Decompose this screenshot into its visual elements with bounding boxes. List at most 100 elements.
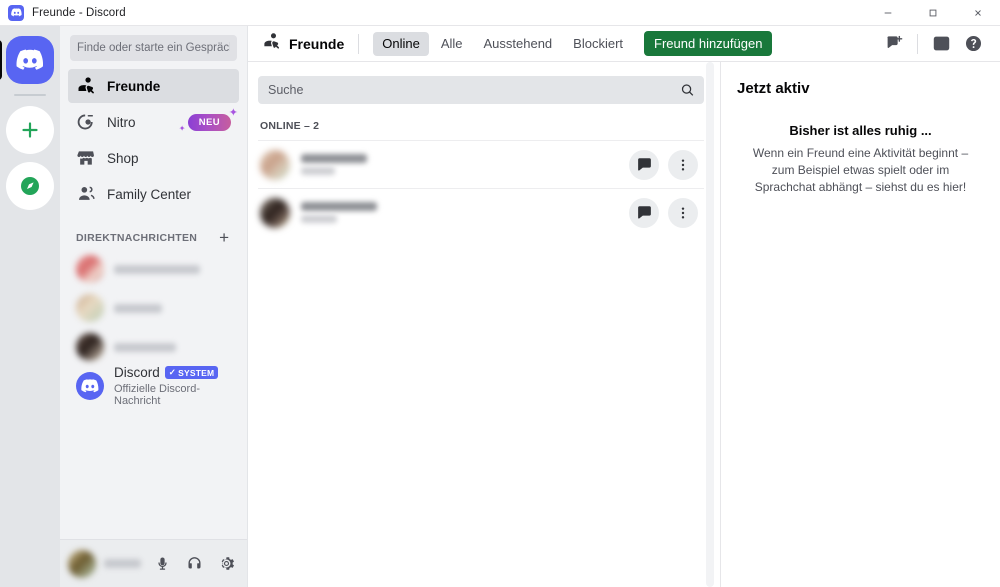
avatar	[76, 294, 104, 322]
new-dm-icon[interactable]	[879, 29, 909, 59]
sparkle-icon: ✦	[178, 123, 186, 133]
rail-item-add-server[interactable]	[6, 106, 54, 154]
tab-ausstehend[interactable]: Ausstehend	[475, 32, 562, 56]
friend-name-redacted	[301, 154, 618, 175]
window-title: Freunde - Discord	[32, 6, 126, 19]
friends-icon	[76, 76, 96, 96]
tab-blockiert[interactable]: Blockiert	[564, 32, 632, 56]
server-rail	[0, 26, 60, 587]
more-options-button[interactable]	[668, 149, 698, 180]
list-item[interactable]	[68, 250, 239, 288]
title-bar: Freunde - Discord	[0, 0, 1000, 26]
list-item[interactable]	[68, 289, 239, 327]
friends-list-inner: ONLINE – 2	[248, 62, 720, 587]
empty-state-body: Wenn ein Freund eine Aktivität beginnt –…	[752, 146, 969, 194]
sparkle-icon: ✦	[228, 106, 238, 119]
main-column: Freunde Online Alle Ausstehend Blockiert…	[248, 26, 1000, 587]
dm-section-label: DIREKTNACHRICHTEN	[76, 231, 198, 244]
nitro-badge-label: NEU	[187, 113, 231, 131]
tab-alle[interactable]: Alle	[432, 32, 472, 56]
user-panel-controls	[147, 549, 241, 579]
avatar	[76, 333, 104, 361]
sidebar-item-label: Nitro	[107, 114, 136, 130]
dm-section-header: DIREKTNACHRICHTEN +	[68, 213, 239, 250]
avatar	[260, 149, 290, 180]
search-input[interactable]	[258, 76, 704, 104]
dm-name: Discord ✓ SYSTEM	[114, 365, 231, 380]
more-options-button[interactable]	[668, 197, 698, 228]
rail-item-explore[interactable]	[6, 162, 54, 210]
dm-text-block: Discord ✓ SYSTEM Offizielle Discord-Nach…	[114, 365, 231, 407]
microphone-icon[interactable]	[147, 549, 177, 579]
friends-tabs: Online Alle Ausstehend Blockiert Freund …	[373, 31, 773, 56]
sidebar-item-freunde[interactable]: Freunde	[68, 69, 239, 103]
search-icon	[680, 83, 695, 98]
dm-sidebar: Freunde Nitro ✦ NEU ✦	[60, 26, 248, 587]
rail-separator	[14, 94, 46, 96]
family-center-icon	[76, 184, 96, 204]
avatar	[260, 197, 290, 228]
help-icon[interactable]	[958, 29, 988, 59]
plus-icon	[6, 106, 54, 154]
sidebar-item-label: Shop	[107, 150, 139, 166]
now-active-panel: Jetzt aktiv Bisher ist alles ruhig ... W…	[720, 62, 1000, 587]
rail-item-home[interactable]	[0, 36, 54, 84]
message-button[interactable]	[629, 149, 659, 180]
sidebar-item-shop[interactable]: Shop	[68, 141, 239, 175]
shop-icon	[76, 148, 96, 168]
compass-icon	[6, 162, 54, 210]
discord-avatar-icon	[76, 372, 104, 400]
tab-online[interactable]: Online	[373, 31, 429, 56]
avatar	[76, 255, 104, 283]
divider	[358, 33, 360, 54]
content-area: ONLINE – 2	[248, 62, 1000, 587]
top-bar: Freunde Online Alle Ausstehend Blockiert…	[248, 26, 1000, 62]
discord-logo-icon	[8, 4, 24, 21]
divider	[917, 33, 918, 54]
avatar	[68, 549, 96, 578]
dm-search-input[interactable]	[70, 35, 237, 61]
sidebar-item-label: Family Center	[107, 186, 192, 202]
list-item-discord[interactable]: Discord ✓ SYSTEM Offizielle Discord-Nach…	[68, 365, 239, 407]
close-button[interactable]	[955, 0, 1000, 26]
table-row[interactable]	[258, 140, 704, 188]
friends-scrollbar[interactable]	[706, 62, 714, 587]
online-section-header: ONLINE – 2	[260, 120, 320, 132]
sidebar-item-family-center[interactable]: Family Center	[68, 177, 239, 211]
message-button[interactable]	[629, 197, 659, 228]
dm-name-redacted	[114, 264, 231, 274]
sidebar-item-nitro[interactable]: Nitro ✦ NEU ✦	[68, 105, 239, 139]
dm-name-redacted	[114, 303, 231, 313]
system-badge-label: SYSTEM	[178, 367, 215, 378]
friends-icon	[262, 32, 281, 56]
row-actions	[629, 149, 698, 180]
friends-list-panel: ONLINE – 2	[248, 62, 720, 587]
nitro-icon	[76, 112, 96, 132]
sidebar-item-label: Freunde	[107, 78, 161, 94]
discord-home-icon	[6, 36, 54, 84]
list-item[interactable]	[68, 328, 239, 366]
dm-subtitle: Offizielle Discord-Nachricht	[114, 383, 200, 407]
empty-state-title: Bisher ist alles ruhig ...	[789, 123, 932, 138]
dm-name-redacted	[114, 342, 231, 352]
check-icon: ✓	[168, 367, 177, 377]
scrollbar-thumb[interactable]	[706, 62, 714, 587]
dm-name-label: Discord	[114, 365, 160, 380]
create-dm-button[interactable]: +	[217, 229, 231, 246]
system-badge: ✓ SYSTEM	[164, 366, 219, 379]
inbox-icon[interactable]	[926, 29, 956, 59]
headphones-icon[interactable]	[179, 549, 209, 579]
current-user[interactable]	[68, 549, 141, 578]
active-indicator-pill	[0, 40, 2, 80]
discord-window: Freunde - Discord Finde oder starte ein …	[0, 0, 1000, 587]
friends-search	[258, 76, 704, 104]
topbar-icons	[879, 29, 988, 59]
add-friend-button[interactable]: Freund hinzufügen	[644, 31, 773, 56]
minimize-button[interactable]	[865, 0, 910, 26]
gear-icon[interactable]	[211, 549, 241, 579]
nitro-new-badge: ✦ NEU ✦	[179, 107, 238, 132]
table-row[interactable]	[258, 188, 704, 236]
maximize-button[interactable]	[910, 0, 955, 26]
sidebar-scroll-area: Freunde Nitro ✦ NEU ✦ Shop Family Center…	[60, 69, 247, 539]
page-title: Freunde	[289, 35, 345, 52]
